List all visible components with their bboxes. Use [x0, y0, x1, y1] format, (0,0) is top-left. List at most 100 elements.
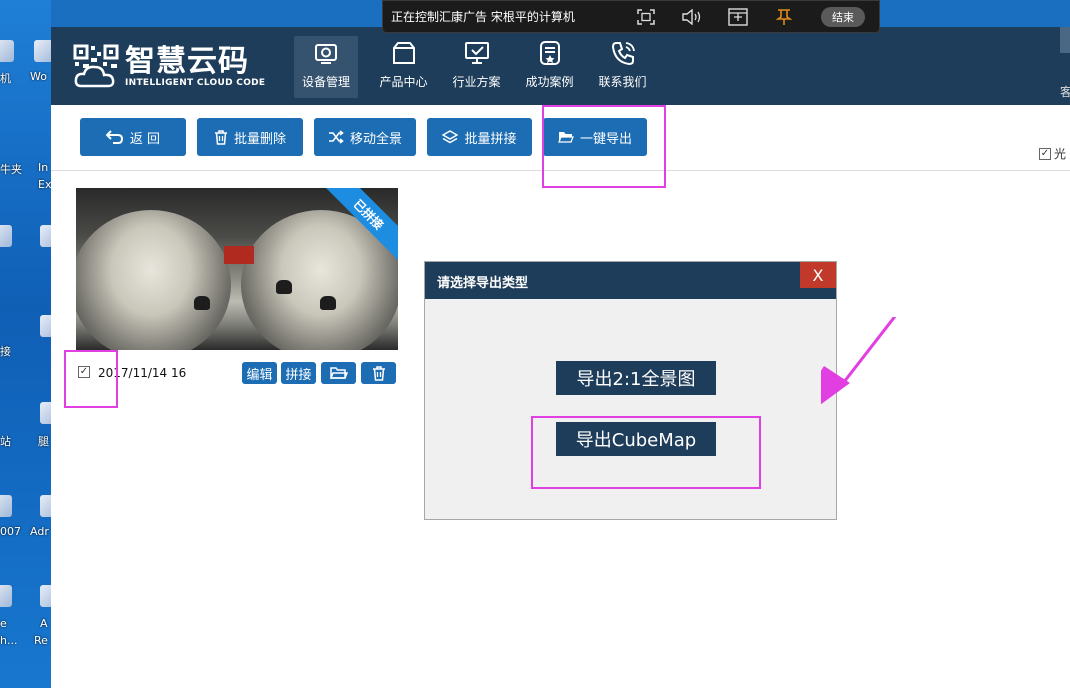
toolbar-divider	[51, 170, 1070, 171]
right-option: ✓ 光	[1039, 145, 1068, 162]
desktop-icon-label: Ex	[38, 178, 51, 191]
desktop-app-icon[interactable]	[40, 495, 51, 517]
one-click-export-button[interactable]: 一键导出	[543, 118, 647, 156]
end-session-button[interactable]: 结束	[821, 6, 865, 27]
desktop-icon-label: 接	[0, 345, 11, 358]
folder-open-icon	[558, 132, 574, 143]
desktop-icon-label: 机	[0, 72, 11, 85]
header-scroll-stub	[1060, 27, 1070, 53]
desktop-icon-label: h...	[0, 634, 18, 647]
delete-button[interactable]	[361, 362, 396, 384]
box-icon	[392, 42, 415, 64]
desktop-app-icon[interactable]	[40, 585, 51, 607]
desktop-icon-label: 牛夹	[0, 163, 22, 176]
stitch-button[interactable]: 拼接	[281, 362, 316, 384]
panorama-detail	[194, 296, 210, 310]
export-cubemap-button[interactable]: 导出CubeMap	[556, 422, 716, 456]
main-nav: 设备管理 产品中心 行业方案 成功案例 联系我们	[294, 36, 659, 98]
phone-icon	[611, 42, 635, 66]
nav-label: 成功案例	[525, 75, 574, 89]
nav-label: 联系我们	[598, 75, 647, 89]
window-plus-icon	[728, 7, 748, 26]
card-footer: ✓ 2017/11/14 16: 编辑 拼接	[76, 361, 398, 385]
batch-stitch-label: 批量拼接	[464, 131, 517, 147]
sound-button[interactable]	[675, 5, 709, 29]
folder-icon	[329, 367, 348, 379]
desktop-app-icon[interactable]	[40, 402, 51, 424]
back-button[interactable]: 返 回	[80, 118, 186, 156]
edit-button[interactable]: 编辑	[242, 362, 277, 384]
dialog-title: 请选择导出类型	[437, 276, 529, 291]
camera-icon	[315, 44, 337, 64]
pin-button[interactable]	[767, 5, 801, 29]
one-click-export-label: 一键导出	[579, 131, 632, 147]
batch-delete-label: 批量删除	[233, 131, 286, 147]
export-type-dialog: 请选择导出类型 X 导出2:1全景图 导出CubeMap	[424, 261, 837, 520]
pin-icon	[776, 8, 792, 25]
toolbar: 返 回 批量删除 移动全景 批量拼接 一键导出	[80, 118, 658, 156]
desktop-app-icon[interactable]	[0, 495, 12, 517]
panorama-image-left	[76, 210, 231, 350]
app-header: 智慧云码 INTELLIGENT CLOUD CODE 设备管理 产品中心 行业…	[51, 27, 1070, 105]
desktop-icon-label: 007	[0, 525, 21, 538]
monitor-check-icon	[464, 42, 489, 64]
move-panorama-label: 移动全景	[349, 131, 402, 147]
desktop-icon-label: A	[40, 617, 48, 630]
document-star-icon	[539, 41, 560, 65]
app-window: 智慧云码 INTELLIGENT CLOUD CODE 设备管理 产品中心 行业…	[51, 27, 1070, 688]
export-panorama-button[interactable]: 导出2:1全景图	[556, 361, 716, 395]
nav-label: 设备管理	[301, 75, 350, 89]
desktop-icon-label: In	[38, 161, 49, 174]
trash-icon	[214, 129, 227, 145]
desktop-background: 机 Wo 牛夹 In Ex 接 站 腿 007 Adr e h... A Re	[0, 0, 51, 688]
back-button-label: 返 回	[129, 131, 161, 147]
option-checkbox[interactable]: ✓	[1039, 147, 1051, 160]
panorama-detail	[320, 296, 336, 310]
logo-title: 智慧云码	[125, 44, 249, 79]
desktop-icon-label: Adr	[30, 525, 49, 538]
panorama-detail	[224, 246, 254, 264]
nav-success-cases[interactable]: 成功案例	[513, 36, 586, 98]
panorama-thumbnail[interactable]: 已拼接	[76, 188, 398, 350]
remote-status-text: 正在控制汇康广告 宋根平的计算机	[391, 10, 575, 24]
desktop-app-icon[interactable]	[0, 585, 12, 607]
nav-product-center[interactable]: 产品中心	[367, 36, 440, 98]
qr-cloud-logo-icon	[73, 44, 119, 90]
fullscreen-button[interactable]	[629, 5, 663, 29]
dialog-title-bar: 请选择导出类型 X	[425, 262, 836, 299]
desktop-icon-label: Re	[34, 634, 48, 647]
speaker-icon	[682, 8, 701, 25]
logo[interactable]: 智慧云码 INTELLIGENT CLOUD CODE	[73, 44, 265, 90]
desktop-app-icon[interactable]	[40, 315, 51, 337]
remote-control-bar: 正在控制汇康广告 宋根平的计算机 结束	[382, 0, 880, 33]
open-folder-button[interactable]	[321, 362, 356, 384]
trash-icon	[372, 365, 385, 381]
dialog-close-button[interactable]: X	[800, 262, 836, 288]
nav-label: 产品中心	[379, 75, 428, 89]
panorama-detail	[276, 280, 292, 294]
desktop-app-icon[interactable]	[0, 40, 14, 62]
nav-device-management[interactable]: 设备管理	[294, 36, 358, 98]
logo-subtitle: INTELLIGENT CLOUD CODE	[125, 78, 266, 88]
nav-label: 行业方案	[452, 75, 501, 89]
header-edge-text: 客	[1060, 85, 1070, 99]
card-date: 2017/11/14 16:	[98, 366, 186, 380]
desktop-icon-label: 站	[0, 435, 11, 448]
nav-contact-us[interactable]: 联系我们	[586, 36, 659, 98]
desktop-icon-label: e	[0, 617, 7, 630]
option-checkbox-label: 光	[1054, 147, 1067, 161]
move-panorama-button[interactable]: 移动全景	[314, 118, 416, 156]
layers-icon	[442, 130, 459, 144]
desktop-icon-label: Wo	[30, 70, 47, 83]
batch-stitch-button[interactable]: 批量拼接	[427, 118, 532, 156]
desktop-app-icon[interactable]	[40, 225, 51, 247]
card-checkbox[interactable]: ✓	[78, 366, 90, 378]
batch-delete-button[interactable]: 批量删除	[197, 118, 303, 156]
desktop-icon-label: 腿	[38, 435, 49, 448]
shuffle-icon	[328, 130, 344, 144]
nav-industry-solutions[interactable]: 行业方案	[440, 36, 513, 98]
window-tools-button[interactable]	[721, 5, 755, 29]
desktop-word-icon[interactable]	[34, 40, 51, 62]
annotation-arrow-icon	[821, 317, 897, 405]
desktop-app-icon[interactable]	[0, 225, 12, 247]
